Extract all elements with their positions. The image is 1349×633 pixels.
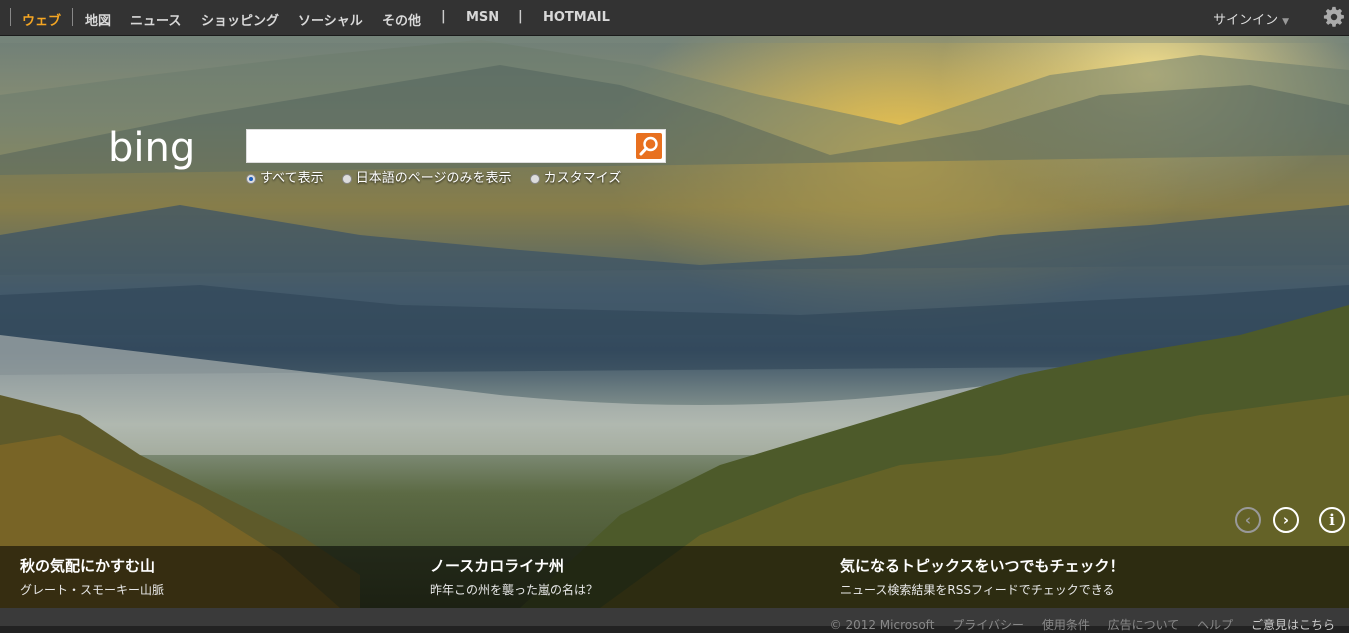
search-box xyxy=(246,129,666,163)
info-button[interactable]: i xyxy=(1319,507,1345,533)
nav-divider xyxy=(72,8,73,26)
search-input[interactable] xyxy=(247,130,629,162)
footer-link-help[interactable]: ヘルプ xyxy=(1197,618,1233,632)
radio-label: 日本語のページのみを表示 xyxy=(355,171,512,186)
nav-hotmail[interactable]: HOTMAIL xyxy=(543,10,610,25)
chevron-down-icon: ▼ xyxy=(1282,17,1289,27)
caption-1[interactable]: 秋の気配にかすむ山 グレート・スモーキー山脈 xyxy=(20,555,164,598)
nav-more[interactable]: その他 xyxy=(382,10,421,29)
radio-option-japanese[interactable]: 日本語のページのみを表示 xyxy=(341,167,512,186)
gear-icon[interactable] xyxy=(1323,6,1345,28)
footer-link-feedback[interactable]: ご意見はこちら xyxy=(1251,618,1335,632)
nav-msn[interactable]: MSN xyxy=(466,10,499,25)
background-image xyxy=(0,35,1349,608)
info-icon: i xyxy=(1329,511,1335,529)
caption-subtitle: グレート・スモーキー山脈 xyxy=(20,583,165,597)
chevron-right-icon: › xyxy=(1282,511,1290,529)
nav-shopping[interactable]: ショッピング xyxy=(201,10,279,29)
bing-logo: bing xyxy=(108,125,195,171)
radio-label: すべて表示 xyxy=(260,171,324,186)
hotspot-caption-bar: 秋の気配にかすむ山 グレート・スモーキー山脈 ノースカロライナ州 昨年この州を襲… xyxy=(0,546,1349,608)
caption-subtitle: 昨年この州を襲った嵐の名は？ xyxy=(430,583,599,597)
nav-divider xyxy=(10,8,11,26)
logo-text: bing xyxy=(108,125,195,171)
nav-news[interactable]: ニュース xyxy=(130,10,181,29)
caption-title: 気になるトピックスをいつでもチェック！ xyxy=(840,557,1125,575)
search-button[interactable] xyxy=(636,133,662,159)
previous-image-button[interactable]: ‹ xyxy=(1235,507,1261,533)
footer-copyright: © 2012 Microsoft xyxy=(829,618,935,632)
caption-3[interactable]: 気になるトピックスをいつでもチェック！ ニュース検索結果をRSSフィードでチェッ… xyxy=(840,555,1125,598)
footer: © 2012 Microsoft プライバシー 使用条件 広告について ヘルプ … xyxy=(0,608,1349,632)
footer-link-ads[interactable]: 広告について xyxy=(1108,618,1180,632)
footer-link-privacy[interactable]: プライバシー xyxy=(952,618,1024,632)
nav-social[interactable]: ソーシャル xyxy=(298,10,363,29)
nav-separator: | xyxy=(518,9,523,24)
radio-icon xyxy=(529,173,540,184)
signin-label: サインイン xyxy=(1213,13,1279,28)
caption-title: 秋の気配にかすむ山 xyxy=(20,557,156,575)
footer-link-terms[interactable]: 使用条件 xyxy=(1042,618,1090,632)
radio-option-all[interactable]: すべて表示 xyxy=(246,167,324,186)
top-navigation-bar: ウェブ 地図 ニュース ショッピング ソーシャル その他 | MSN | HOT… xyxy=(0,0,1349,36)
mountain-landscape xyxy=(0,35,1349,608)
radio-icon xyxy=(341,173,352,184)
next-image-button[interactable]: › xyxy=(1273,507,1299,533)
search-icon xyxy=(639,136,658,156)
nav-separator: | xyxy=(441,9,446,24)
search-scope-options: すべて表示 日本語のページのみを表示 カスタマイズ xyxy=(246,167,635,186)
chevron-left-icon: ‹ xyxy=(1244,511,1252,529)
nav-web[interactable]: ウェブ xyxy=(22,10,61,29)
caption-2[interactable]: ノースカロライナ州 昨年この州を襲った嵐の名は？ xyxy=(430,555,598,598)
nav-maps[interactable]: 地図 xyxy=(85,10,111,29)
radio-option-customize[interactable]: カスタマイズ xyxy=(529,167,622,186)
radio-label: カスタマイズ xyxy=(543,171,622,186)
caption-subtitle: ニュース検索結果をRSSフィードでチェックできる xyxy=(840,583,1115,597)
signin-button[interactable]: サインイン ▼ xyxy=(1213,9,1289,28)
radio-selected-icon xyxy=(246,173,256,184)
caption-title: ノースカロライナ州 xyxy=(430,557,564,575)
